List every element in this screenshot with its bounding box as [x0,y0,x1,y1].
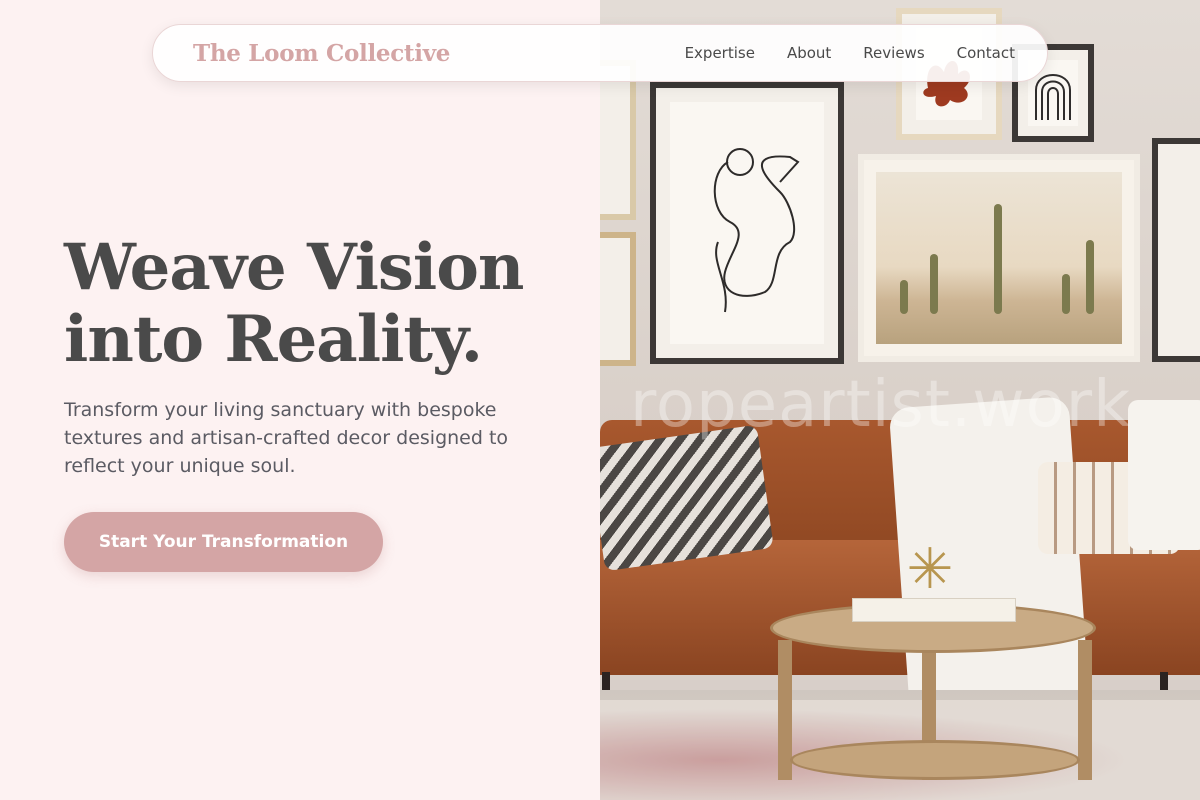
starburst-decor-icon: ✳ [906,537,954,602]
hero-heading-line2: into Reality. [64,302,483,377]
start-transformation-button[interactable]: Start Your Transformation [64,512,383,572]
line-drawing-icon [713,148,800,313]
chevron-pillow [600,424,774,572]
hero-image: ✳ ropeartist.work [600,0,1200,800]
nav-link-reviews[interactable]: Reviews [863,44,924,62]
nav-link-expertise[interactable]: Expertise [685,44,755,62]
hero-heading-line1: Weave Vision [64,230,524,305]
cactus-shape [994,204,1002,314]
art-frame-line-drawing [650,82,844,364]
table-lower-shelf [790,740,1080,780]
hero-heading: Weave Vision into Reality. [64,232,584,376]
art-mat [670,102,824,344]
nav-links: Expertise About Reviews Contact [685,44,1015,62]
cactus-shape [1062,274,1070,314]
table-leg [1078,640,1092,780]
cactus-shape [1086,240,1094,314]
art-frame [1152,138,1200,362]
art-frame [600,232,636,366]
nav-link-about[interactable]: About [787,44,831,62]
cactus-shape [930,254,938,314]
hero-left-panel: Weave Vision into Reality. Transform you… [0,0,600,800]
desert-cactus-print [876,172,1122,344]
cactus-shape [900,280,908,314]
top-navbar: The Loom Collective Expertise About Revi… [152,24,1048,82]
art-frame [600,60,636,220]
art-frame-desert [858,154,1140,362]
brand-logo[interactable]: The Loom Collective [193,40,450,67]
living-room-photo: ✳ ropeartist.work [600,0,1200,800]
white-pillow [1128,400,1200,550]
hero-subtitle: Transform your living sanctuary with bes… [64,399,509,477]
watermark: ropeartist.work [630,368,1132,442]
nav-link-contact[interactable]: Contact [957,44,1015,62]
